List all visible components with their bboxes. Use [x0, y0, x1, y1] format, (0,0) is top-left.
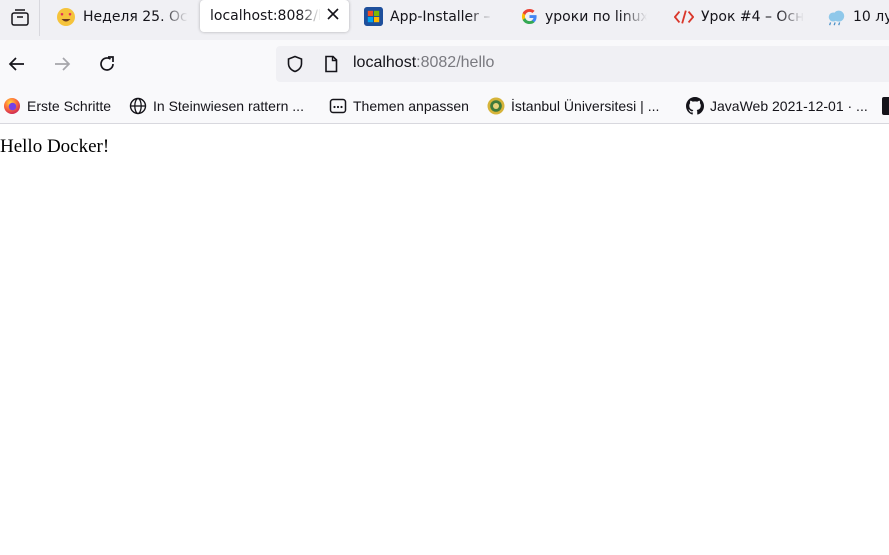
bookmark-label: In Steinwiesen rattern ... — [153, 98, 304, 114]
bookmarks-toolbar: Erste Schritte In Steinwiesen rattern ..… — [0, 88, 889, 124]
bookmark-label: İstanbul Üniversitesi | ... — [511, 98, 660, 114]
forward-button[interactable] — [50, 52, 74, 76]
bookmark-label: Erste Schritte — [27, 98, 112, 114]
page-body-text: Hello Docker! — [0, 136, 110, 157]
github-icon — [686, 97, 704, 115]
close-icon — [327, 8, 339, 20]
reload-button[interactable] — [95, 52, 119, 76]
addons-icon — [329, 98, 347, 114]
navigation-toolbar: localhost:8082/hello — [0, 40, 889, 88]
tab-app-installer[interactable]: App-Installer – — [364, 0, 494, 33]
windows-store-icon — [364, 7, 383, 26]
back-button[interactable] — [5, 52, 29, 76]
bookmark-steinwiesen[interactable]: In Steinwiesen rattern ... — [129, 96, 304, 116]
code-icon — [674, 9, 694, 24]
bookmark-erste-schritte[interactable]: Erste Schritte — [3, 96, 111, 116]
tab-localhost[interactable]: localhost:8082/h — [200, 0, 349, 32]
bookmark-themen-anpassen[interactable]: Themen anpassen — [329, 96, 469, 116]
tab-strip: Неделя 25. Осн localhost:8082/h App-Inst… — [0, 0, 889, 40]
tab-label: 10 лу — [853, 8, 889, 25]
page-info-button[interactable] — [322, 55, 340, 73]
globe-icon — [129, 97, 147, 115]
tab-overview-button[interactable] — [0, 0, 40, 36]
page-content: Hello Docker! — [0, 125, 889, 555]
close-tab-button[interactable] — [325, 6, 341, 22]
bookmark-javaweb[interactable]: JavaWeb 2021-12-01 · ... — [686, 96, 868, 116]
tab-urok-4[interactable]: Урок #4 – Осно — [674, 0, 804, 33]
university-seal-icon — [487, 97, 505, 115]
bookmark-overflow-partial[interactable] — [882, 96, 889, 116]
tab-nedelya[interactable]: Неделя 25. Осн — [56, 0, 188, 33]
tab-weather[interactable]: 10 лу — [826, 0, 889, 33]
url-host: localhost — [353, 54, 417, 71]
bookmark-label: JavaWeb 2021-12-01 · ... — [710, 98, 868, 114]
reload-icon — [100, 56, 114, 71]
address-bar[interactable]: localhost:8082/hello — [276, 46, 889, 82]
tab-google-search[interactable]: уроки по linux — [521, 0, 647, 33]
google-icon — [521, 8, 537, 25]
shield-icon — [287, 55, 303, 73]
page-icon — [325, 55, 338, 73]
heart-eyes-emoji-icon — [57, 7, 75, 26]
firefox-icon — [4, 98, 20, 114]
tab-list-icon — [10, 9, 29, 26]
url-path: :8082/hello — [416, 54, 495, 71]
weather-icon — [828, 10, 845, 25]
tracking-protection-button[interactable] — [286, 55, 304, 73]
bookmark-label: Themen anpassen — [353, 98, 469, 114]
url-text[interactable]: localhost:8082/hello — [353, 54, 494, 72]
arrow-right-icon — [55, 57, 71, 71]
bookmark-partial-icon — [882, 97, 889, 115]
bookmark-istanbul-universitesi[interactable]: İstanbul Üniversitesi | ... — [487, 96, 659, 116]
arrow-left-icon — [8, 57, 24, 71]
